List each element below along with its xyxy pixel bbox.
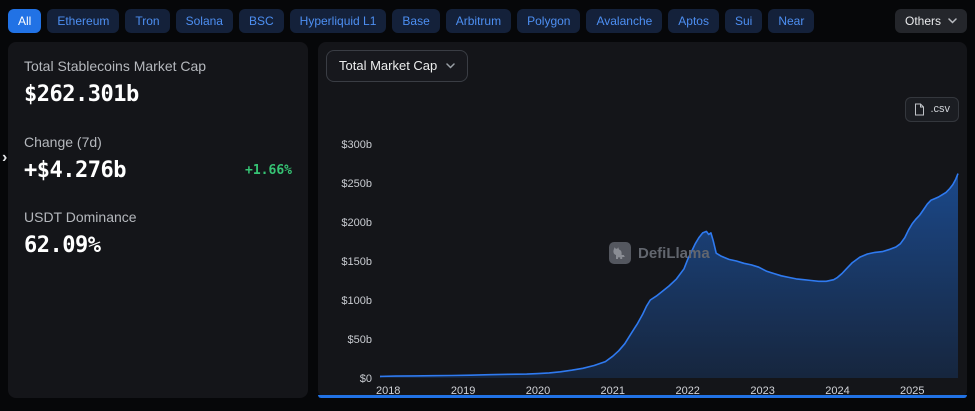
chain-tab-all[interactable]: All	[8, 9, 41, 33]
metric-dropdown-label: Total Market Cap	[339, 59, 437, 73]
chain-tab-polygon[interactable]: Polygon	[517, 9, 580, 33]
chain-tab-sui[interactable]: Sui	[725, 9, 762, 33]
others-label: Others	[905, 15, 941, 27]
file-icon	[914, 103, 925, 116]
svg-text:$300b: $300b	[341, 139, 372, 151]
change-7d-value: +$4.276b	[24, 157, 126, 185]
chain-tab-arbitrum[interactable]: Arbitrum	[446, 9, 511, 33]
panel-expand-chevron[interactable]: ›	[2, 150, 7, 166]
chart-bottom-axis-line	[318, 395, 967, 398]
market-cap-label: Total Stablecoins Market Cap	[24, 58, 292, 74]
chain-tab-hyperliquid-l1[interactable]: Hyperliquid L1	[290, 9, 387, 33]
usdt-dominance-stat: USDT Dominance 62.09%	[24, 209, 292, 260]
market-cap-stat: Total Stablecoins Market Cap $262.301b	[24, 58, 292, 109]
stats-panel: Total Stablecoins Market Cap $262.301b C…	[8, 42, 308, 398]
chart-area: .csv DefiLlama $0$50b$100b$150b$200b$250…	[326, 84, 959, 400]
change-7d-percent: +1.66%	[245, 163, 292, 178]
chain-tab-ethereum[interactable]: Ethereum	[47, 9, 119, 33]
svg-text:$100b: $100b	[341, 295, 372, 307]
chevron-down-icon	[948, 18, 957, 24]
csv-download-button[interactable]: .csv	[905, 97, 959, 122]
csv-label: .csv	[930, 104, 950, 115]
chevron-down-icon	[446, 63, 455, 69]
chain-tab-aptos[interactable]: Aptos	[668, 9, 719, 33]
usdt-dominance-label: USDT Dominance	[24, 209, 292, 225]
others-dropdown[interactable]: Others	[895, 9, 967, 33]
chain-tab-base[interactable]: Base	[392, 9, 439, 33]
chain-tab-avalanche[interactable]: Avalanche	[586, 9, 662, 33]
svg-text:$250b: $250b	[341, 178, 372, 190]
stablecoins-dashboard: All Ethereum Tron Solana BSC Hyperliquid…	[0, 0, 975, 406]
chart-panel: Total Market Cap .csv DefiLlama	[318, 42, 967, 398]
svg-text:$0: $0	[360, 373, 372, 385]
chain-tab-near[interactable]: Near	[768, 9, 814, 33]
svg-text:$200b: $200b	[341, 217, 372, 229]
usdt-dominance-value: 62.09%	[24, 232, 292, 260]
metric-dropdown[interactable]: Total Market Cap	[326, 50, 468, 82]
chain-filter-bar: All Ethereum Tron Solana BSC Hyperliquid…	[0, 0, 975, 38]
stablecoins-market-cap-chart[interactable]: $0$50b$100b$150b$200b$250b$300b201820192…	[326, 84, 959, 400]
main-content: Total Stablecoins Market Cap $262.301b C…	[0, 38, 975, 406]
change-7d-label: Change (7d)	[24, 134, 292, 150]
change-7d-stat: Change (7d) +$4.276b +1.66%	[24, 134, 292, 185]
svg-text:$50b: $50b	[348, 334, 372, 346]
chain-tab-bsc[interactable]: BSC	[239, 9, 284, 33]
svg-text:$150b: $150b	[341, 256, 372, 268]
chain-tab-tron[interactable]: Tron	[125, 9, 169, 33]
market-cap-value: $262.301b	[24, 81, 292, 109]
chain-tab-solana[interactable]: Solana	[176, 9, 233, 33]
